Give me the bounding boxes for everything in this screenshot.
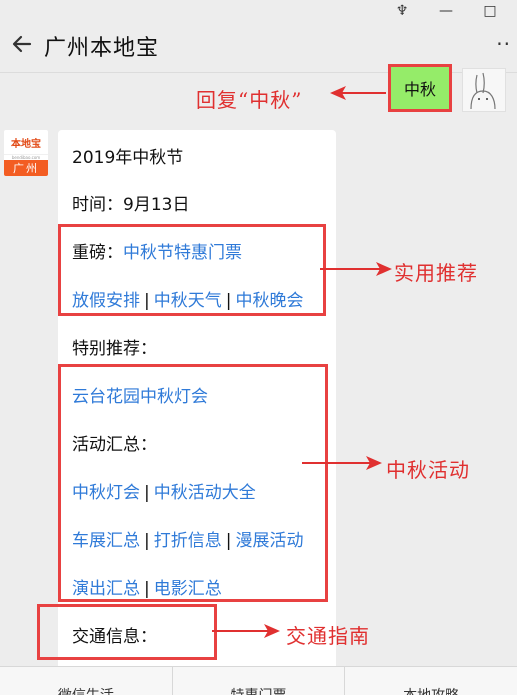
rabbit-avatar-icon [470, 72, 496, 110]
window-controls: ♆ — □ [393, 2, 499, 20]
pin-icon[interactable]: ♆ [393, 2, 411, 20]
message-date: 时间：9月13日 [72, 195, 190, 215]
more-dots-icon[interactable]: ·· [496, 32, 511, 56]
user-avatar[interactable] [462, 68, 506, 112]
arrow-reply-icon [330, 86, 386, 100]
maximize-icon[interactable]: □ [481, 2, 499, 20]
minimize-icon[interactable]: — [437, 2, 455, 20]
annotation-activities: 中秋活动 [386, 458, 470, 482]
chat-header: 广州本地宝 ·· [0, 22, 517, 70]
bot-avatar[interactable]: 本地宝 bendibao.com 广州 [4, 130, 48, 176]
arrow-activities-icon [302, 456, 382, 470]
menu-item-guides[interactable]: 本地攻略 [345, 667, 517, 695]
highlight-box-activities [58, 364, 328, 602]
annotation-reply: 回复“中秋” [196, 88, 303, 112]
avatar-city: 广州 [4, 160, 48, 176]
annotation-practical: 实用推荐 [394, 261, 478, 285]
message-title: 2019年中秋节 [72, 148, 184, 168]
highlight-box-traffic [37, 604, 217, 660]
highlight-box-practical [58, 224, 326, 316]
outgoing-message-text: 中秋 [403, 80, 436, 99]
arrow-traffic-icon [212, 624, 280, 638]
chat-title: 广州本地宝 [44, 36, 160, 61]
menu-item-wechat-life[interactable]: 微信生活 [0, 667, 173, 695]
outgoing-message-bubble[interactable]: 中秋 [388, 64, 452, 112]
annotation-traffic: 交通指南 [286, 624, 370, 648]
back-arrow-icon[interactable] [10, 32, 34, 56]
menu-item-tickets[interactable]: 特惠门票 [173, 667, 346, 695]
avatar-brand: 本地宝 [4, 130, 48, 155]
bottom-menu: 微信生活 特惠门票 本地攻略 [0, 666, 517, 695]
arrow-practical-icon [320, 262, 392, 276]
special-label: 特别推荐： [72, 339, 157, 359]
